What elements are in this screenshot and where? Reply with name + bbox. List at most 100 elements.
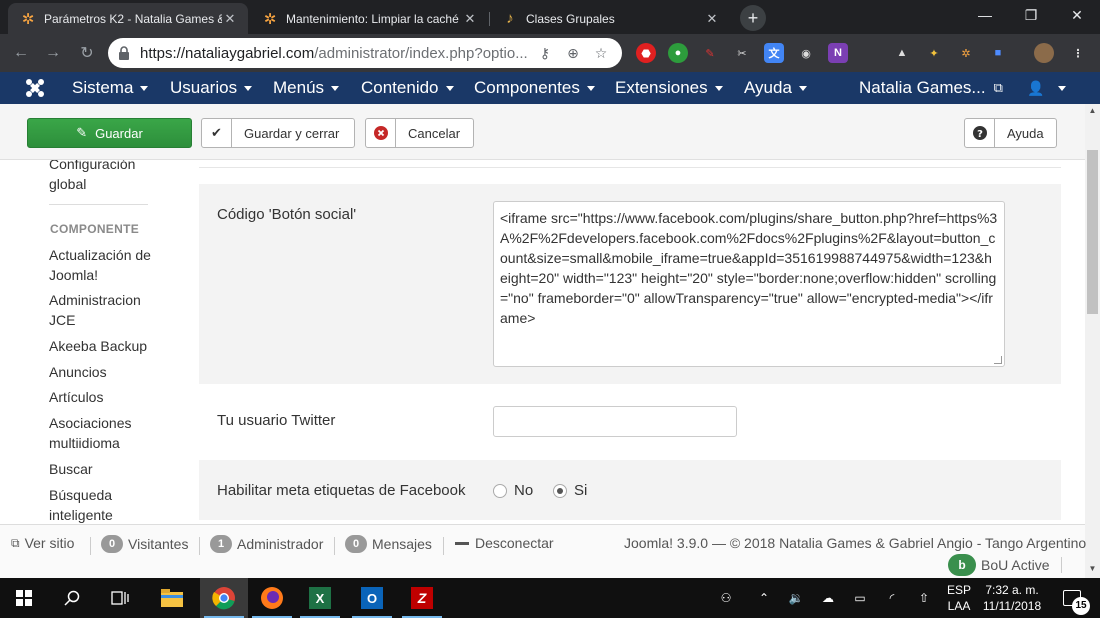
- scroll-down-icon[interactable]: ▼: [1085, 562, 1100, 576]
- sidebar-item-buscar[interactable]: Buscar: [49, 459, 164, 479]
- bou-status[interactable]: b BoU Active: [948, 554, 1063, 576]
- menu-extensiones[interactable]: Extensiones: [615, 72, 723, 104]
- menu-usuarios[interactable]: Usuarios: [170, 72, 253, 104]
- help-button[interactable]: ? Ayuda: [964, 118, 1057, 148]
- resize-grip-icon[interactable]: [994, 356, 1002, 364]
- notifications-button[interactable]: 15: [1054, 578, 1090, 618]
- sidebar-section-header: COMPONENTE: [50, 222, 140, 236]
- cloud-icon[interactable]: ☁: [816, 578, 840, 618]
- forward-arrow-icon[interactable]: →: [42, 42, 64, 64]
- key-icon[interactable]: ⚷: [534, 45, 556, 62]
- browser-tab-parametros[interactable]: ✲ Parámetros K2 - Natalia Games & ✕: [8, 3, 248, 34]
- facebook-meta-radio-si[interactable]: Si: [553, 482, 587, 499]
- caret-down-icon: [331, 85, 340, 91]
- wifi-icon[interactable]: ◜: [880, 578, 904, 618]
- menu-dots-icon[interactable]: ⋮: [1068, 43, 1088, 63]
- onenote-extension-icon[interactable]: N: [828, 43, 848, 63]
- excel-taskbar-icon[interactable]: X: [296, 578, 344, 618]
- minimize-button[interactable]: —: [962, 0, 1008, 30]
- menu-ayuda[interactable]: Ayuda: [744, 72, 807, 104]
- close-icon[interactable]: ✕: [222, 11, 238, 27]
- form-row-previous: [199, 160, 1061, 168]
- scrollbar-thumb[interactable]: [1087, 150, 1098, 314]
- clock[interactable]: 7:32 a. m. 11/11/2018: [978, 578, 1046, 618]
- reload-icon[interactable]: ↻: [76, 42, 98, 64]
- action-toolbar: ✎ Guardar ✔ Guardar y cerrar Cancelar ? …: [0, 104, 1085, 160]
- messages-badge: 0: [345, 535, 367, 553]
- task-view-icon[interactable]: [96, 578, 144, 618]
- drive-extension-icon[interactable]: ▲: [892, 43, 912, 63]
- status-separator: [1061, 557, 1063, 573]
- site-name-link[interactable]: Natalia Games... ⧉: [859, 72, 1003, 104]
- menu-componentes[interactable]: Componentes: [474, 72, 595, 104]
- form-row-twitter: Tu usuario Twitter: [199, 384, 1061, 460]
- menu-label: Menús: [273, 78, 325, 97]
- volume-icon[interactable]: 🔉: [784, 578, 808, 618]
- browser-tab-clases[interactable]: ♪ Clases Grupales ✕: [490, 3, 730, 34]
- profile-avatar[interactable]: [1034, 43, 1054, 63]
- joomla-extension-icon[interactable]: ✲: [956, 43, 976, 63]
- sidebar-item-articulos[interactable]: Artículos: [49, 387, 164, 407]
- user-menu[interactable]: 👤: [1027, 72, 1067, 104]
- social-button-textarea[interactable]: <iframe src="https://www.facebook.com/pl…: [493, 201, 1005, 367]
- filezilla-taskbar-icon[interactable]: Z: [398, 578, 446, 618]
- new-tab-button[interactable]: +: [740, 5, 766, 31]
- firefox-taskbar-icon[interactable]: [248, 578, 296, 618]
- save-button[interactable]: ✎ Guardar: [27, 118, 192, 148]
- sidebar-item-akeeba[interactable]: Akeeba Backup: [49, 336, 164, 356]
- chrome-taskbar-icon[interactable]: [200, 578, 248, 618]
- scroll-up-icon[interactable]: ▲: [1085, 104, 1100, 118]
- joomla-logo-icon[interactable]: [24, 77, 46, 99]
- bulb-extension-icon[interactable]: ✦: [924, 43, 944, 63]
- sidebar-item-jce[interactable]: Administracion JCE: [49, 290, 164, 330]
- language-indicator[interactable]: ESP LAA: [942, 578, 976, 618]
- url-host: https://nataliaygabriel.com: [140, 44, 315, 62]
- facebook-meta-radio-no[interactable]: No: [493, 482, 533, 499]
- view-site-link[interactable]: ⧉ Ver sitio: [11, 535, 74, 551]
- star-icon[interactable]: ☆: [590, 45, 612, 62]
- pen-extension-icon[interactable]: ✎: [700, 43, 720, 63]
- chevron-up-icon[interactable]: ⌃: [752, 578, 776, 618]
- tools-extension-icon[interactable]: ✂: [732, 43, 752, 63]
- address-bar[interactable]: https://nataliaygabriel.com/administrato…: [108, 38, 622, 68]
- maximize-button[interactable]: ❐: [1008, 0, 1054, 30]
- windows-start-icon[interactable]: [0, 578, 48, 618]
- sidebar-item-busqueda-inteligente[interactable]: Búsqueda inteligente: [49, 485, 164, 524]
- zoom-icon[interactable]: ⊕: [562, 45, 584, 62]
- facebook-meta-label: Habilitar meta etiquetas de Facebook: [217, 482, 466, 499]
- form-row-facebook-meta: Habilitar meta etiquetas de Facebook No …: [199, 460, 1061, 520]
- page-scrollbar[interactable]: ▲ ▼: [1085, 104, 1100, 578]
- sidebar-item-asociaciones[interactable]: Asociaciones multiidioma: [49, 413, 164, 453]
- evernote-extension-icon[interactable]: ●: [668, 43, 688, 63]
- adblock-extension-icon[interactable]: ⬣: [636, 43, 656, 63]
- menu-label: Contenido: [361, 78, 439, 97]
- help-label: Ayuda: [1007, 125, 1044, 141]
- browser-tab-mantenimiento[interactable]: ✲ Mantenimiento: Limpiar la caché ✕: [250, 3, 488, 34]
- menu-sistema[interactable]: Sistema: [72, 72, 149, 104]
- close-icon[interactable]: ✕: [462, 11, 478, 27]
- save-close-button[interactable]: ✔ Guardar y cerrar: [201, 118, 355, 148]
- admin-badge: 1: [210, 535, 232, 553]
- camera-extension-icon[interactable]: ◉: [796, 43, 816, 63]
- outlook-taskbar-icon[interactable]: O: [348, 578, 396, 618]
- menu-menus[interactable]: Menús: [273, 72, 340, 104]
- menu-label: Componentes: [474, 78, 580, 97]
- search-icon[interactable]: [48, 578, 96, 618]
- upload-cloud-icon[interactable]: ⇧: [912, 578, 936, 618]
- sidebar-item-anuncios[interactable]: Anuncios: [49, 362, 164, 382]
- logout-link[interactable]: Desconectar: [455, 535, 554, 551]
- translate-extension-icon[interactable]: 文: [764, 43, 784, 63]
- menu-contenido[interactable]: Contenido: [361, 72, 454, 104]
- battery-icon[interactable]: ▭: [848, 578, 872, 618]
- close-window-button[interactable]: ✕: [1054, 0, 1100, 30]
- file-explorer-icon[interactable]: [148, 578, 196, 618]
- twitter-input[interactable]: [493, 406, 737, 437]
- bitwarden-extension-icon[interactable]: ■: [988, 43, 1008, 63]
- caret-down-icon: [714, 85, 723, 91]
- sidebar-item-actualizacion[interactable]: Actualización de Joomla!: [49, 245, 164, 285]
- close-icon[interactable]: ✕: [704, 11, 720, 27]
- cancel-button[interactable]: Cancelar: [365, 118, 474, 148]
- back-arrow-icon[interactable]: ←: [10, 42, 32, 64]
- sidebar-item-configuracion-global[interactable]: Configuración global: [49, 160, 164, 194]
- people-icon[interactable]: ⚇: [712, 578, 740, 618]
